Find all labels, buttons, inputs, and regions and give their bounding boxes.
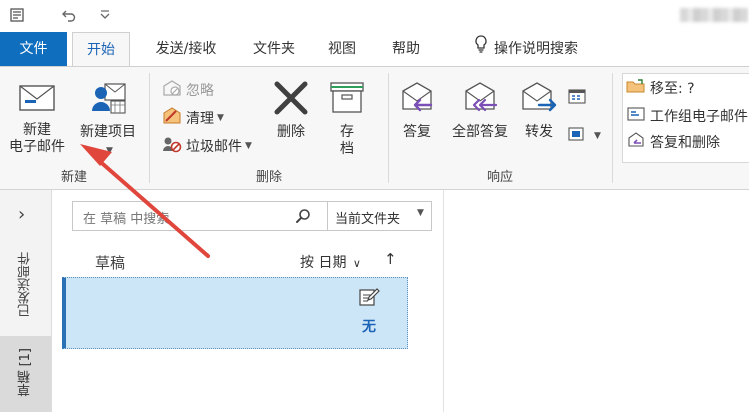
- quickstep-reply-delete[interactable]: 答复和删除: [626, 131, 720, 153]
- reply-delete-icon: [626, 132, 646, 152]
- group-quick-steps: 移至: ? 工作组电子邮件 答复和删除: [618, 67, 749, 189]
- reply-all-button[interactable]: 全部答复: [445, 81, 515, 141]
- group-label-respond: 响应: [486, 170, 513, 185]
- quickstep-team-email[interactable]: 工作组电子邮件: [626, 105, 748, 127]
- tab-view[interactable]: 视图: [320, 32, 364, 66]
- expand-folder-pane-chevron-icon[interactable]: ›: [18, 204, 25, 225]
- archive-label-1: 存: [340, 124, 354, 140]
- title-bar: [0, 0, 749, 32]
- ignore-button[interactable]: 忽略: [162, 79, 214, 101]
- reply-all-icon: [445, 81, 515, 120]
- cleanup-icon: [162, 107, 182, 129]
- list-item[interactable]: 无: [62, 277, 408, 349]
- junk-button[interactable]: 垃圾邮件 ▼: [162, 135, 252, 157]
- new-items-button[interactable]: 新建项目 ▼: [72, 81, 144, 160]
- chevron-down-icon[interactable]: ▼: [417, 208, 424, 218]
- sort-label: 按 日期: [300, 255, 347, 271]
- nav-folder-drafts[interactable]: 草稿 [1]: [16, 348, 35, 397]
- sort-by-date-dropdown[interactable]: 按 日期 ∨: [300, 252, 361, 272]
- more-respond-icon: [567, 125, 587, 147]
- new-email-button[interactable]: 新建 电子邮件: [4, 83, 70, 156]
- meeting-icon: [567, 87, 587, 109]
- group-new: 新建 电子邮件 新建项目 ▼ 新建: [0, 67, 148, 189]
- cleanup-label: 清理: [186, 111, 214, 127]
- ignore-label: 忽略: [186, 83, 214, 99]
- more-respond-button[interactable]: ▼: [567, 125, 601, 147]
- forward-button[interactable]: 转发: [517, 81, 561, 141]
- folder-title: 草稿: [95, 254, 126, 272]
- tell-me-search[interactable]: 操作说明搜索: [456, 32, 596, 66]
- tab-file[interactable]: 文件: [0, 32, 67, 66]
- window-title-blurred: [680, 8, 748, 22]
- tell-me-label: 操作说明搜索: [494, 41, 578, 57]
- search-scope-dropdown[interactable]: 当前文件夹: [335, 208, 400, 227]
- quickstep-move-to-label: 移至: ?: [650, 81, 695, 97]
- chevron-down-icon: ▼: [106, 146, 113, 156]
- forward-icon: [517, 81, 561, 120]
- forward-label: 转发: [525, 124, 553, 140]
- junk-icon: [162, 135, 182, 157]
- group-respond: 答复 全部答复 转发 ▼ 响应: [389, 67, 611, 189]
- delete-button[interactable]: 删除: [266, 81, 316, 141]
- reply-label: 答复: [403, 124, 431, 140]
- quickstep-reply-delete-label: 答复和删除: [650, 135, 720, 151]
- draft-pencil-icon: [358, 285, 380, 311]
- ribbon: 新建 电子邮件 新建项目 ▼ 新建 忽略 清理 ▼ 垃圾邮件 ▼ 删除 存 档 …: [0, 66, 749, 190]
- chevron-down-icon: ▼: [245, 141, 252, 151]
- delete-label: 删除: [277, 124, 305, 140]
- tab-send-receive[interactable]: 发送/接收: [140, 32, 232, 66]
- recipient-label: 无: [362, 319, 376, 335]
- quickstep-move-to[interactable]: 移至: ?: [626, 77, 695, 99]
- chevron-down-icon: ▼: [217, 113, 224, 123]
- ignore-icon: [162, 79, 182, 101]
- junk-label: 垃圾邮件: [186, 139, 242, 155]
- new-items-icon: [72, 81, 144, 120]
- archive-icon: [322, 81, 372, 120]
- tab-help[interactable]: 帮助: [384, 32, 428, 66]
- ribbon-tabs: 文件 开始 发送/接收 文件夹 视图 帮助 操作说明搜索: [0, 32, 749, 68]
- chevron-down-icon: ∨: [352, 257, 361, 270]
- team-email-icon: [626, 106, 646, 126]
- new-email-label-1: 新建: [23, 122, 51, 138]
- reading-pane-divider: [443, 190, 444, 412]
- new-email-label-2: 电子邮件: [9, 139, 65, 155]
- reply-button[interactable]: 答复: [395, 81, 439, 141]
- reply-all-label: 全部答复: [452, 124, 508, 140]
- customize-quick-access-icon[interactable]: [94, 4, 116, 26]
- search-box: 在 草稿 中搜索 当前文件夹 ▼: [72, 201, 432, 231]
- folder-pane-collapsed: › 已发送邮件 草稿 [1]: [0, 190, 52, 412]
- group-label-new: 新建: [60, 170, 87, 185]
- archive-label-2: 档: [340, 141, 354, 157]
- group-label-delete: 删除: [255, 170, 282, 185]
- reply-icon: [395, 81, 439, 120]
- tab-folder[interactable]: 文件夹: [244, 32, 304, 66]
- quickstep-team-email-label: 工作组电子邮件: [650, 109, 748, 125]
- group-delete: 忽略 清理 ▼ 垃圾邮件 ▼ 删除 存 档 删除: [150, 67, 388, 189]
- delete-x-icon: [266, 81, 316, 120]
- nav-folder-sent[interactable]: 已发送邮件: [16, 252, 35, 317]
- sort-direction-arrow-icon[interactable]: ↑: [384, 250, 397, 268]
- search-divider: [327, 202, 328, 230]
- lightbulb-icon: [474, 32, 488, 66]
- search-input[interactable]: 在 草稿 中搜索: [83, 208, 169, 227]
- archive-button[interactable]: 存 档: [322, 81, 372, 158]
- undo-icon[interactable]: [58, 4, 80, 26]
- new-email-icon: [4, 83, 70, 118]
- chevron-down-icon: ▼: [594, 131, 601, 141]
- new-items-label: 新建项目: [80, 124, 136, 140]
- cleanup-button[interactable]: 清理 ▼: [162, 107, 224, 129]
- ribbon-separator: [612, 73, 613, 183]
- search-icon[interactable]: [295, 208, 311, 228]
- tab-home[interactable]: 开始: [72, 32, 130, 68]
- folder-arrow-icon: [626, 78, 646, 98]
- send-receive-all-icon[interactable]: [6, 4, 28, 26]
- meeting-reply-button[interactable]: [567, 87, 591, 109]
